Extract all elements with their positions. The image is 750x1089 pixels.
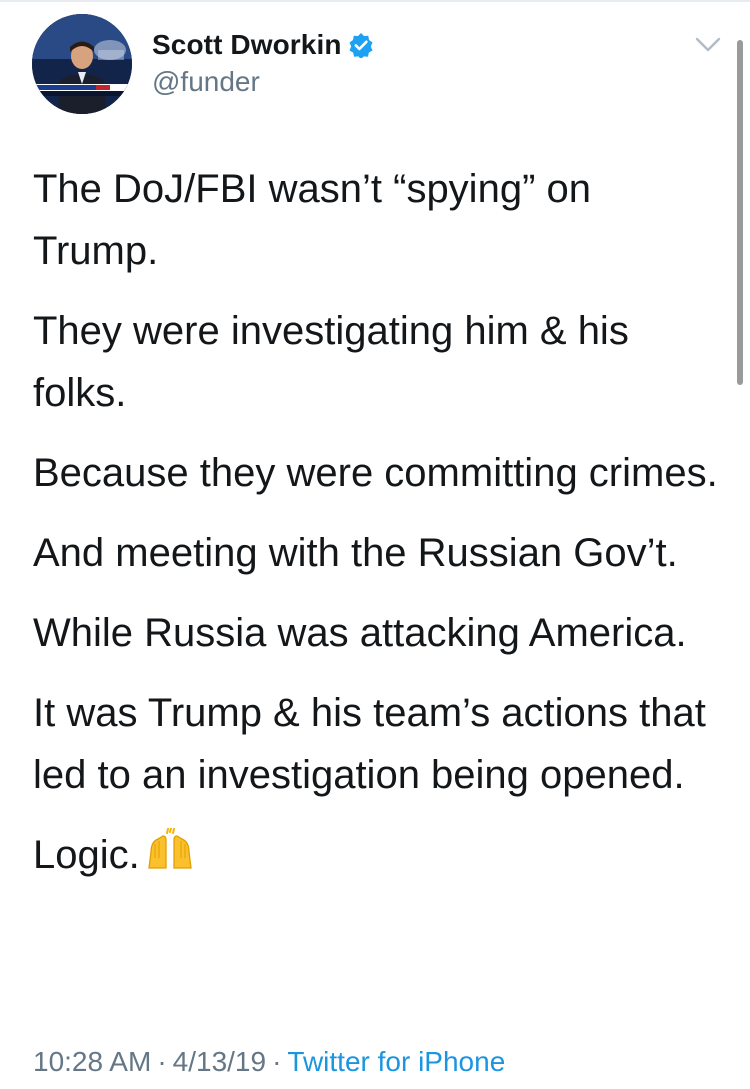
avatar-image bbox=[32, 14, 132, 114]
tweet-paragraph: And meeting with the Russian Gov’t. bbox=[33, 531, 678, 575]
tweet-paragraph-last: Logic. bbox=[33, 824, 723, 890]
timestamp-time[interactable]: 10:28 AM bbox=[33, 1046, 151, 1077]
author-block[interactable]: Scott Dworkin @funder bbox=[152, 28, 374, 98]
timestamp-date[interactable]: 4/13/19 bbox=[173, 1046, 266, 1077]
tweet-paragraph: Because they were committing crimes. bbox=[33, 451, 718, 495]
tweet-paragraph: They were investigating him & his folks. bbox=[33, 309, 629, 415]
avatar[interactable] bbox=[32, 14, 132, 114]
meta-separator: · bbox=[157, 1046, 167, 1077]
tweet-paragraph: It was Trump & his team’s actions that l… bbox=[33, 691, 706, 797]
display-name[interactable]: Scott Dworkin bbox=[152, 29, 342, 61]
tweet-meta: 10:28 AM · 4/13/19 · Twitter for iPhone bbox=[33, 1046, 505, 1078]
tweet-paragraph-text: Logic. bbox=[33, 833, 140, 877]
top-divider bbox=[0, 0, 750, 2]
tweet-paragraph: While Russia was attacking America. bbox=[33, 611, 687, 655]
meta-separator: · bbox=[272, 1046, 282, 1077]
tweet-paragraph: The DoJ/FBI wasn’t “spying” on Trump. bbox=[33, 167, 591, 273]
handle[interactable]: @funder bbox=[152, 66, 374, 98]
source-link[interactable]: Twitter for iPhone bbox=[287, 1046, 505, 1077]
scrollbar[interactable] bbox=[737, 40, 743, 385]
verified-badge-icon bbox=[348, 32, 374, 59]
tweet-body: The DoJ/FBI wasn’t “spying” on Trump. Th… bbox=[33, 158, 723, 908]
chevron-down-icon[interactable] bbox=[690, 30, 726, 60]
raising-hands-emoji bbox=[146, 827, 194, 890]
name-row: Scott Dworkin bbox=[152, 28, 374, 62]
